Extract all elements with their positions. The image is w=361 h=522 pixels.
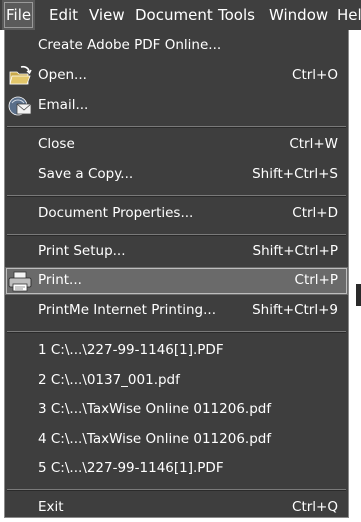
menu-bar: File Edit View Document Tools Window Hel… [0, 0, 361, 30]
menu-item-recent-file-2[interactable]: 2 C:\...\0137_001.pdf [5, 367, 348, 395]
menu-document[interactable]: Document [131, 0, 217, 30]
menu-item-label: Print... [38, 272, 82, 288]
menu-tools[interactable]: Tools [214, 0, 259, 30]
file-menu-dropdown: Create Adobe PDF Online... Open... Ctrl+… [4, 30, 349, 518]
menu-window[interactable]: Window [265, 0, 332, 30]
menu-item-label: Exit [38, 499, 64, 515]
menu-item-recent-file-3[interactable]: 3 C:\...\TaxWise Online 011206.pdf [5, 396, 348, 424]
menu-separator [7, 234, 346, 236]
menu-item-save-a-copy[interactable]: Save a Copy... Shift+Ctrl+S [5, 161, 348, 189]
menu-separator [7, 195, 346, 197]
menu-item-printme-internet-printing[interactable]: PrintMe Internet Printing... Shift+Ctrl+… [5, 297, 348, 325]
menu-item-shortcut: Ctrl+P [294, 272, 338, 288]
email-icon [8, 95, 32, 117]
menu-item-label: Document Properties... [38, 205, 194, 221]
menu-item-open[interactable]: Open... Ctrl+O [5, 62, 348, 90]
menu-item-create-adobe-pdf-online[interactable]: Create Adobe PDF Online... [5, 32, 348, 60]
menu-item-recent-file-4[interactable]: 4 C:\...\TaxWise Online 011206.pdf [5, 426, 348, 454]
menu-item-exit[interactable]: Exit Ctrl+Q [5, 494, 348, 522]
menu-item-shortcut: Ctrl+W [289, 136, 338, 152]
menu-separator [7, 331, 346, 333]
menu-item-print[interactable]: Print... Ctrl+P [5, 267, 348, 295]
menu-separator [7, 126, 346, 128]
menu-item-label: 1 C:\...\227-99-1146[1].PDF [38, 342, 224, 358]
menu-item-shortcut: Ctrl+O [292, 67, 338, 83]
menu-item-label: Email... [38, 97, 89, 113]
menu-item-label: 4 C:\...\TaxWise Online 011206.pdf [38, 431, 272, 447]
menu-item-shortcut: Ctrl+Q [292, 499, 338, 515]
menu-item-label: Save a Copy... [38, 166, 134, 182]
menu-item-print-setup[interactable]: Print Setup... Shift+Ctrl+P [5, 238, 348, 266]
menu-item-shortcut: Shift+Ctrl+S [252, 166, 338, 182]
menu-item-document-properties[interactable]: Document Properties... Ctrl+D [5, 200, 348, 228]
menu-item-shortcut: Shift+Ctrl+P [252, 243, 338, 259]
menu-item-recent-file-5[interactable]: 5 C:\...\227-99-1146[1].PDF [5, 455, 348, 483]
menu-item-email[interactable]: Email... [5, 92, 348, 120]
menu-item-label: Open... [38, 67, 87, 83]
menu-file[interactable]: File [2, 0, 36, 30]
menu-item-label: 5 C:\...\227-99-1146[1].PDF [38, 460, 224, 476]
menu-item-shortcut: Ctrl+D [292, 205, 338, 221]
menu-edit[interactable]: Edit [45, 0, 82, 30]
printer-icon [8, 270, 32, 292]
menu-item-label: 3 C:\...\TaxWise Online 011206.pdf [38, 401, 272, 417]
menu-separator [7, 489, 346, 491]
menu-item-recent-file-1[interactable]: 1 C:\...\227-99-1146[1].PDF [5, 337, 348, 365]
open-folder-icon [8, 65, 32, 87]
menu-item-shortcut: Shift+Ctrl+9 [252, 302, 338, 318]
menu-help[interactable]: Help [333, 0, 361, 30]
menu-view[interactable]: View [85, 0, 129, 30]
menu-item-label: Close [38, 136, 75, 152]
menu-item-label: PrintMe Internet Printing... [38, 302, 216, 318]
submenu-edge-mark [356, 284, 361, 306]
menu-item-label: Print Setup... [38, 243, 126, 259]
menu-item-label: Create Adobe PDF Online... [38, 37, 222, 53]
menu-item-label: 2 C:\...\0137_001.pdf [38, 372, 180, 388]
background-edge [349, 30, 361, 521]
menu-item-close[interactable]: Close Ctrl+W [5, 131, 348, 159]
